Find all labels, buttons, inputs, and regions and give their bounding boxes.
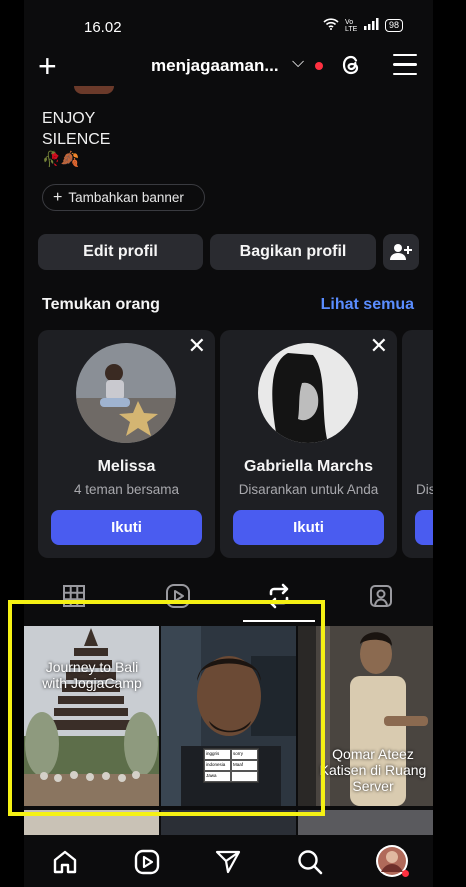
suggestion-name: Gabriella Marchs (244, 458, 373, 475)
battery-indicator: 98 (384, 19, 403, 32)
profile-header: + menjagaaman... ⌵ (24, 48, 433, 88)
bio-line-1: ENJOY (42, 110, 96, 127)
nav-messages[interactable] (213, 847, 243, 877)
profile-bio: ENJOY SILENCE (42, 108, 110, 150)
bottom-nav (24, 835, 433, 887)
status-bar: 16.02 Vo LTE 98 (24, 0, 433, 50)
follow-button[interactable]: Ikuti (51, 510, 202, 545)
chevron-down-icon[interactable]: ⌵ (292, 54, 304, 72)
discover-people-button[interactable] (383, 234, 419, 270)
add-banner-button[interactable]: + Tambahkan banner (42, 184, 205, 211)
signal-icon (363, 18, 379, 33)
share-profile-button[interactable]: Bagikan profil (210, 234, 376, 270)
reels-icon (134, 849, 160, 875)
suggestion-subtitle: Disarankan untuk Anda (238, 482, 379, 497)
status-icons: Vo LTE 98 (323, 18, 403, 33)
search-icon (298, 850, 323, 875)
suggestion-card[interactable]: ✕ Gabriella Marchs Disarankan untuk Anda… (220, 330, 397, 558)
send-icon (215, 850, 241, 874)
account-switcher[interactable]: menjagaaman... (151, 56, 279, 76)
nav-search[interactable] (295, 847, 325, 877)
nav-home[interactable] (50, 847, 80, 877)
suggestion-name: Melissa (97, 458, 156, 475)
tile-caption: Qomar Ateez Katisen di Ruang Server (319, 746, 427, 794)
network-label: Vo LTE (344, 18, 358, 33)
add-banner-label: Tambahkan banner (68, 190, 184, 205)
suggestion-avatar[interactable] (76, 343, 176, 443)
edit-profile-button[interactable]: Edit profil (38, 234, 203, 270)
suggestion-card[interactable]: Dis (402, 330, 433, 558)
threads-icon[interactable] (338, 52, 364, 78)
tagged-person-icon (370, 585, 392, 607)
suggestion-subtitle: 4 teman bersama (73, 482, 180, 497)
follow-button[interactable] (415, 510, 433, 545)
suggestion-card[interactable]: ✕ Melissa 4 teman bersama Ikuti (38, 330, 215, 558)
wifi-icon (323, 18, 339, 33)
follow-button[interactable]: Ikuti (233, 510, 384, 545)
close-icon[interactable]: ✕ (370, 335, 388, 357)
tab-tagged[interactable] (361, 580, 401, 612)
home-icon (53, 850, 77, 874)
bio-line-2: SILENCE (42, 131, 111, 148)
status-time: 16.02 (84, 19, 122, 36)
nav-reels[interactable] (132, 847, 162, 877)
notification-dot (315, 62, 323, 70)
hamburger-menu-icon[interactable] (393, 54, 417, 76)
suggestion-subtitle: Dis (416, 482, 433, 497)
create-plus-icon[interactable]: + (38, 50, 57, 82)
notification-dot (402, 870, 409, 877)
discover-people-title: Temukan orang (42, 296, 160, 313)
plus-icon: + (53, 188, 63, 206)
suggestion-avatar[interactable] (258, 343, 358, 443)
bio-emoji: 🥀🍂 (42, 151, 80, 168)
close-icon[interactable]: ✕ (188, 335, 206, 357)
see-all-link[interactable]: Lihat semua (321, 296, 414, 314)
selection-highlight-box (8, 600, 325, 816)
add-person-icon (390, 244, 412, 260)
profile-avatar-edge (74, 86, 114, 94)
